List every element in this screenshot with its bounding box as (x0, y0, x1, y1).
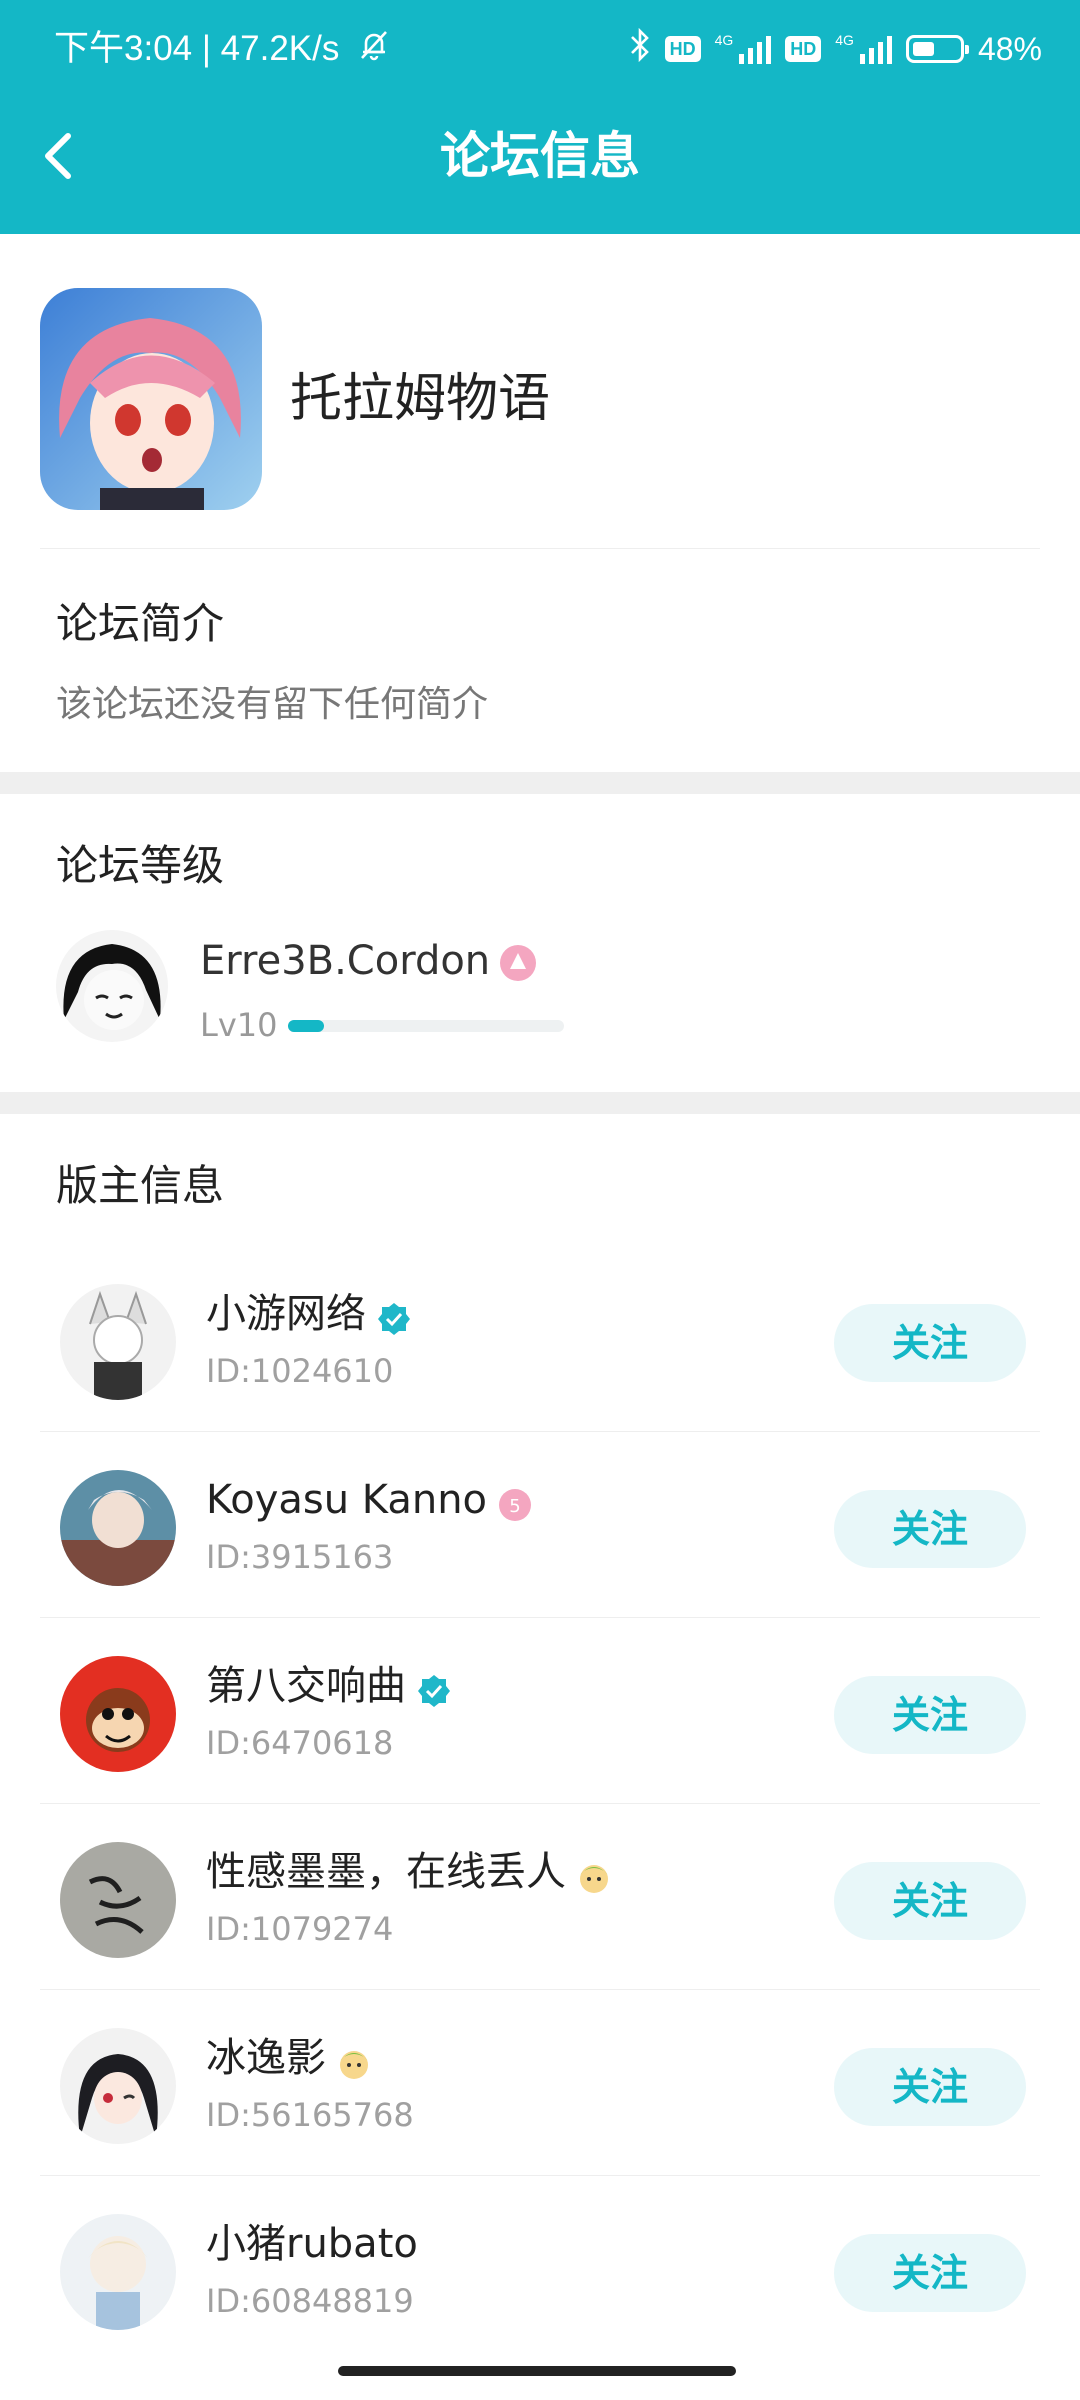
avatar (60, 1842, 176, 1958)
mute-bell-icon (357, 28, 391, 74)
avatar (60, 1470, 176, 1586)
status-bar: 下午3:04 | 47.2K/s HD 4G HD 4G 48% (0, 0, 1080, 100)
signal-icon-2 (859, 34, 892, 64)
moderator-id: ID:6470618 (206, 1724, 394, 1762)
avatar (60, 1284, 176, 1400)
status-time-text: 下午3:04 | 47.2K/s (54, 29, 340, 68)
forum-name: 托拉姆物语 (290, 369, 551, 429)
status-icons: HD 4G HD 4G 48% (629, 26, 1042, 72)
moderator-name: Koyasu Kanno 5 (206, 1474, 533, 1526)
moderator-name-text: 小游网络 (206, 1291, 366, 1337)
level-user-name: Erre3B.Cordon (200, 936, 538, 986)
level-progress-fill (288, 1020, 324, 1032)
level-progress-bar (288, 1020, 564, 1032)
level-row[interactable]: Erre3B.Cordon Lv10 (56, 930, 1036, 1050)
moderators-title: 版主信息 (56, 1161, 225, 1210)
emoji-badge-icon (576, 1856, 612, 1893)
network-label-1: 4G (714, 32, 734, 48)
status-time: 下午3:04 | 47.2K/s (54, 26, 391, 74)
forum-header: 托拉姆物语 (40, 288, 1040, 510)
moderator-name-text: 性感墨墨，在线丢人 (206, 1849, 566, 1895)
moderator-name-text: Koyasu Kanno (206, 1477, 488, 1523)
verified-icon (376, 1298, 412, 1335)
list-item[interactable]: 性感墨墨，在线丢人 ID:1079274 关注 (40, 1804, 1040, 1990)
battery-icon (905, 35, 969, 63)
svg-text:5: 5 (509, 1496, 520, 1517)
battery-percent: 48% (977, 30, 1042, 67)
level-label: Lv10 (200, 1006, 278, 1044)
level-title: 论坛等级 (56, 841, 225, 890)
network-label-2: 4G (835, 32, 854, 48)
follow-button[interactable]: 关注 (834, 1304, 1026, 1382)
section-gap (0, 772, 1080, 794)
moderator-name-text: 第八交响曲 (206, 1663, 406, 1709)
follow-button[interactable]: 关注 (834, 2234, 1026, 2312)
level-badge-icon: 5 (497, 1484, 533, 1521)
divider (40, 548, 1040, 549)
forum-avatar (40, 288, 262, 510)
list-item[interactable]: 第八交响曲 ID:6470618 关注 (40, 1618, 1040, 1804)
moderator-name-text: 冰逸影 (206, 2035, 326, 2081)
moderator-name: 冰逸影 (206, 2032, 372, 2084)
bluetooth-icon (629, 27, 651, 70)
avatar (56, 930, 168, 1042)
moderator-id: ID:60848819 (206, 2282, 414, 2320)
level-badge-icon (498, 943, 538, 983)
moderator-id: ID:1024610 (206, 1352, 394, 1390)
follow-button[interactable]: 关注 (834, 1862, 1026, 1940)
verified-icon (416, 1670, 452, 1707)
moderator-id: ID:1079274 (206, 1910, 394, 1948)
list-item[interactable]: 冰逸影 ID:56165768 关注 (40, 1990, 1040, 2176)
page-title: 论坛信息 (440, 127, 640, 185)
moderator-name: 小游网络 (206, 1288, 412, 1340)
moderator-id: ID:3915163 (206, 1538, 394, 1576)
list-item[interactable]: 小游网络 ID:1024610 关注 (40, 1246, 1040, 1432)
battery-fill (912, 42, 934, 56)
app-bar: 下午3:04 | 47.2K/s HD 4G HD 4G 48% 论坛信息 (0, 0, 1080, 234)
list-item[interactable]: Koyasu Kanno 5 ID:3915163 关注 (40, 1432, 1040, 1618)
section-gap (0, 1092, 1080, 1114)
intro-text: 该论坛还没有留下任何简介 (56, 684, 489, 725)
hd-badge-2: HD (785, 36, 822, 62)
moderator-name: 小猪rubato (206, 2218, 418, 2270)
intro-title: 论坛简介 (56, 599, 225, 648)
follow-button[interactable]: 关注 (834, 2048, 1026, 2126)
moderator-name: 第八交响曲 (206, 1660, 452, 1712)
home-indicator[interactable] (338, 2366, 736, 2376)
moderator-name: 性感墨墨，在线丢人 (206, 1846, 612, 1898)
avatar (60, 2028, 176, 2144)
moderator-id: ID:56165768 (206, 2096, 414, 2134)
moderator-name-text: 小猪rubato (206, 2221, 418, 2267)
signal-icon-1 (739, 34, 772, 64)
follow-button[interactable]: 关注 (834, 1676, 1026, 1754)
emoji-badge-icon (336, 2042, 372, 2079)
avatar (60, 1656, 176, 1772)
level-user-name-text: Erre3B.Cordon (200, 938, 491, 984)
avatar (60, 2214, 176, 2330)
follow-button[interactable]: 关注 (834, 1490, 1026, 1568)
list-item[interactable]: 小猪rubato ID:60848819 关注 (40, 2176, 1040, 2362)
hd-badge-1: HD (664, 36, 701, 62)
